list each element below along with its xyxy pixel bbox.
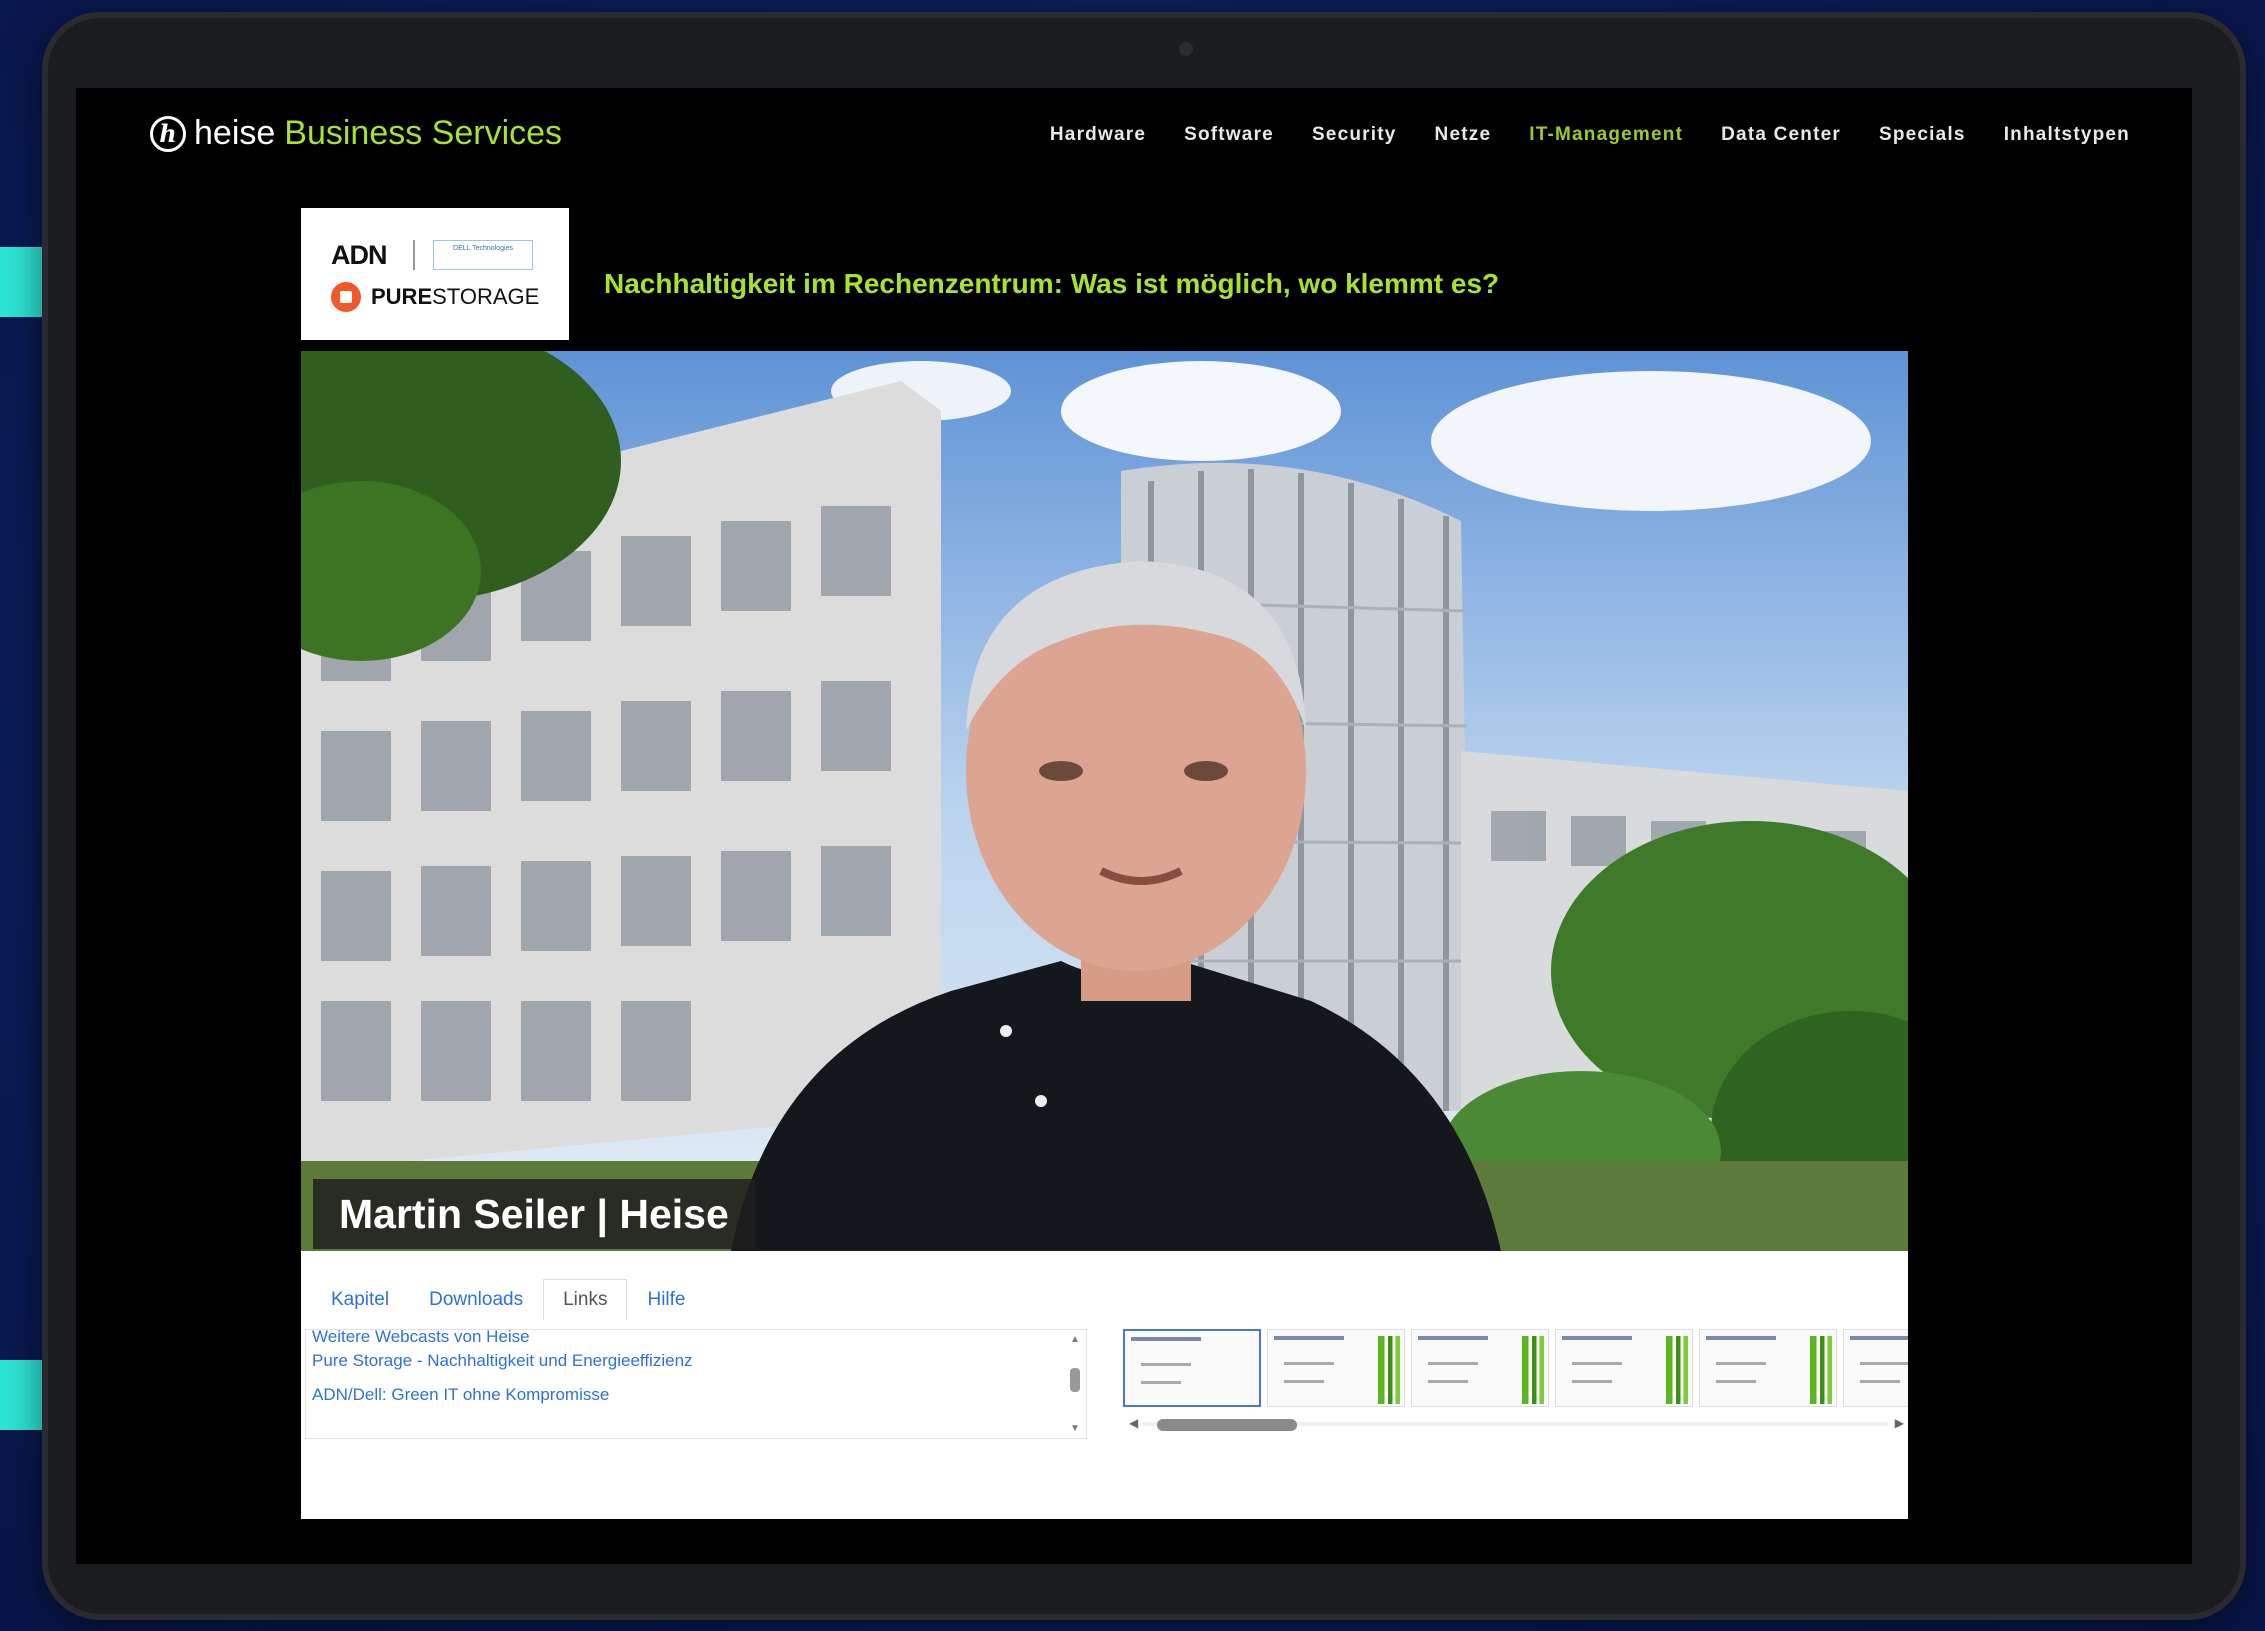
link-item[interactable]: Pure Storage - Nachhaltigkeit und Energi… (312, 1344, 1086, 1378)
pure-storage-logo: PURESTORAGE (331, 282, 539, 312)
scroll-up-icon[interactable]: ▲ (1070, 1334, 1080, 1345)
scroll-thumb[interactable] (1070, 1368, 1080, 1392)
video-frame (301, 351, 1908, 1251)
player-tabs: Kapitel Downloads Links Hilfe (311, 1279, 705, 1321)
nav-item-netze[interactable]: Netze (1435, 124, 1492, 146)
logo-business-text: Business Services (284, 114, 563, 152)
scroll-down-icon[interactable]: ▼ (1070, 1423, 1080, 1434)
logo-divider (413, 240, 415, 270)
slide-thumbnail[interactable] (1411, 1329, 1549, 1407)
pure-storage-wordmark: PURESTORAGE (371, 284, 540, 309)
scroll-thumb[interactable] (1157, 1419, 1297, 1431)
tablet-device: h heise Business Services Hardware Softw… (42, 12, 2246, 1620)
slide-thumbnail[interactable] (1843, 1329, 1908, 1407)
tab-links[interactable]: Links (543, 1279, 628, 1321)
slide-thumbnails (1123, 1329, 1908, 1409)
slide-thumbnail[interactable] (1555, 1329, 1693, 1407)
slide-thumbnail[interactable] (1123, 1329, 1261, 1407)
links-scrollbar[interactable]: ▲ ▼ (1068, 1334, 1082, 1434)
sponsor-logos: ADN DELL Technologies PURESTORAGE (301, 208, 569, 340)
tablet-screen: h heise Business Services Hardware Softw… (76, 88, 2192, 1564)
camera-icon (1179, 42, 1193, 56)
player-panel: Kapitel Downloads Links Hilfe Weitere We… (301, 1251, 1908, 1519)
scroll-right-icon[interactable]: ▶ (1895, 1416, 1904, 1430)
tab-kapitel[interactable]: Kapitel (311, 1279, 409, 1321)
nav-item-software[interactable]: Software (1184, 124, 1274, 146)
speaker-caption: Martin Seiler | Heise (313, 1179, 755, 1249)
tab-downloads[interactable]: Downloads (409, 1279, 543, 1321)
logo-heise-text: heise (194, 114, 276, 152)
nav-item-security[interactable]: Security (1312, 124, 1397, 146)
nav-item-hardware[interactable]: Hardware (1050, 124, 1146, 146)
link-item[interactable]: ADN/Dell: Green IT ohne Kompromisse (312, 1378, 1086, 1412)
main-nav: Hardware Software Security Netze IT-Mana… (1050, 124, 2130, 146)
adn-logo: ADN (331, 240, 387, 270)
nav-item-data-center[interactable]: Data Center (1721, 124, 1841, 146)
pure-storage-icon (331, 282, 361, 312)
site-logo[interactable]: h heise Business Services (150, 114, 562, 153)
scroll-left-icon[interactable]: ◀ (1129, 1416, 1138, 1430)
link-item[interactable]: Weitere Webcasts von Heise (312, 1328, 1086, 1345)
slides-scrollbar[interactable]: ◀ ▶ (1123, 1414, 1908, 1436)
heise-logo-icon: h (150, 115, 186, 152)
webcast-title: Nachhaltigkeit im Rechenzentrum: Was ist… (604, 268, 1500, 299)
slide-thumbnail[interactable] (1699, 1329, 1837, 1407)
nav-item-it-management[interactable]: IT-Management (1529, 124, 1683, 146)
tab-hilfe[interactable]: Hilfe (627, 1279, 705, 1321)
video-player[interactable]: Martin Seiler | Heise (301, 351, 1908, 1251)
links-list: Weitere Webcasts von Heise Pure Storage … (305, 1328, 1087, 1439)
slide-thumbnail[interactable] (1267, 1329, 1405, 1407)
nav-item-inhaltstypen[interactable]: Inhaltstypen (2004, 124, 2130, 146)
dell-technologies-logo: DELL Technologies (433, 240, 533, 270)
nav-item-specials[interactable]: Specials (1879, 124, 1966, 146)
